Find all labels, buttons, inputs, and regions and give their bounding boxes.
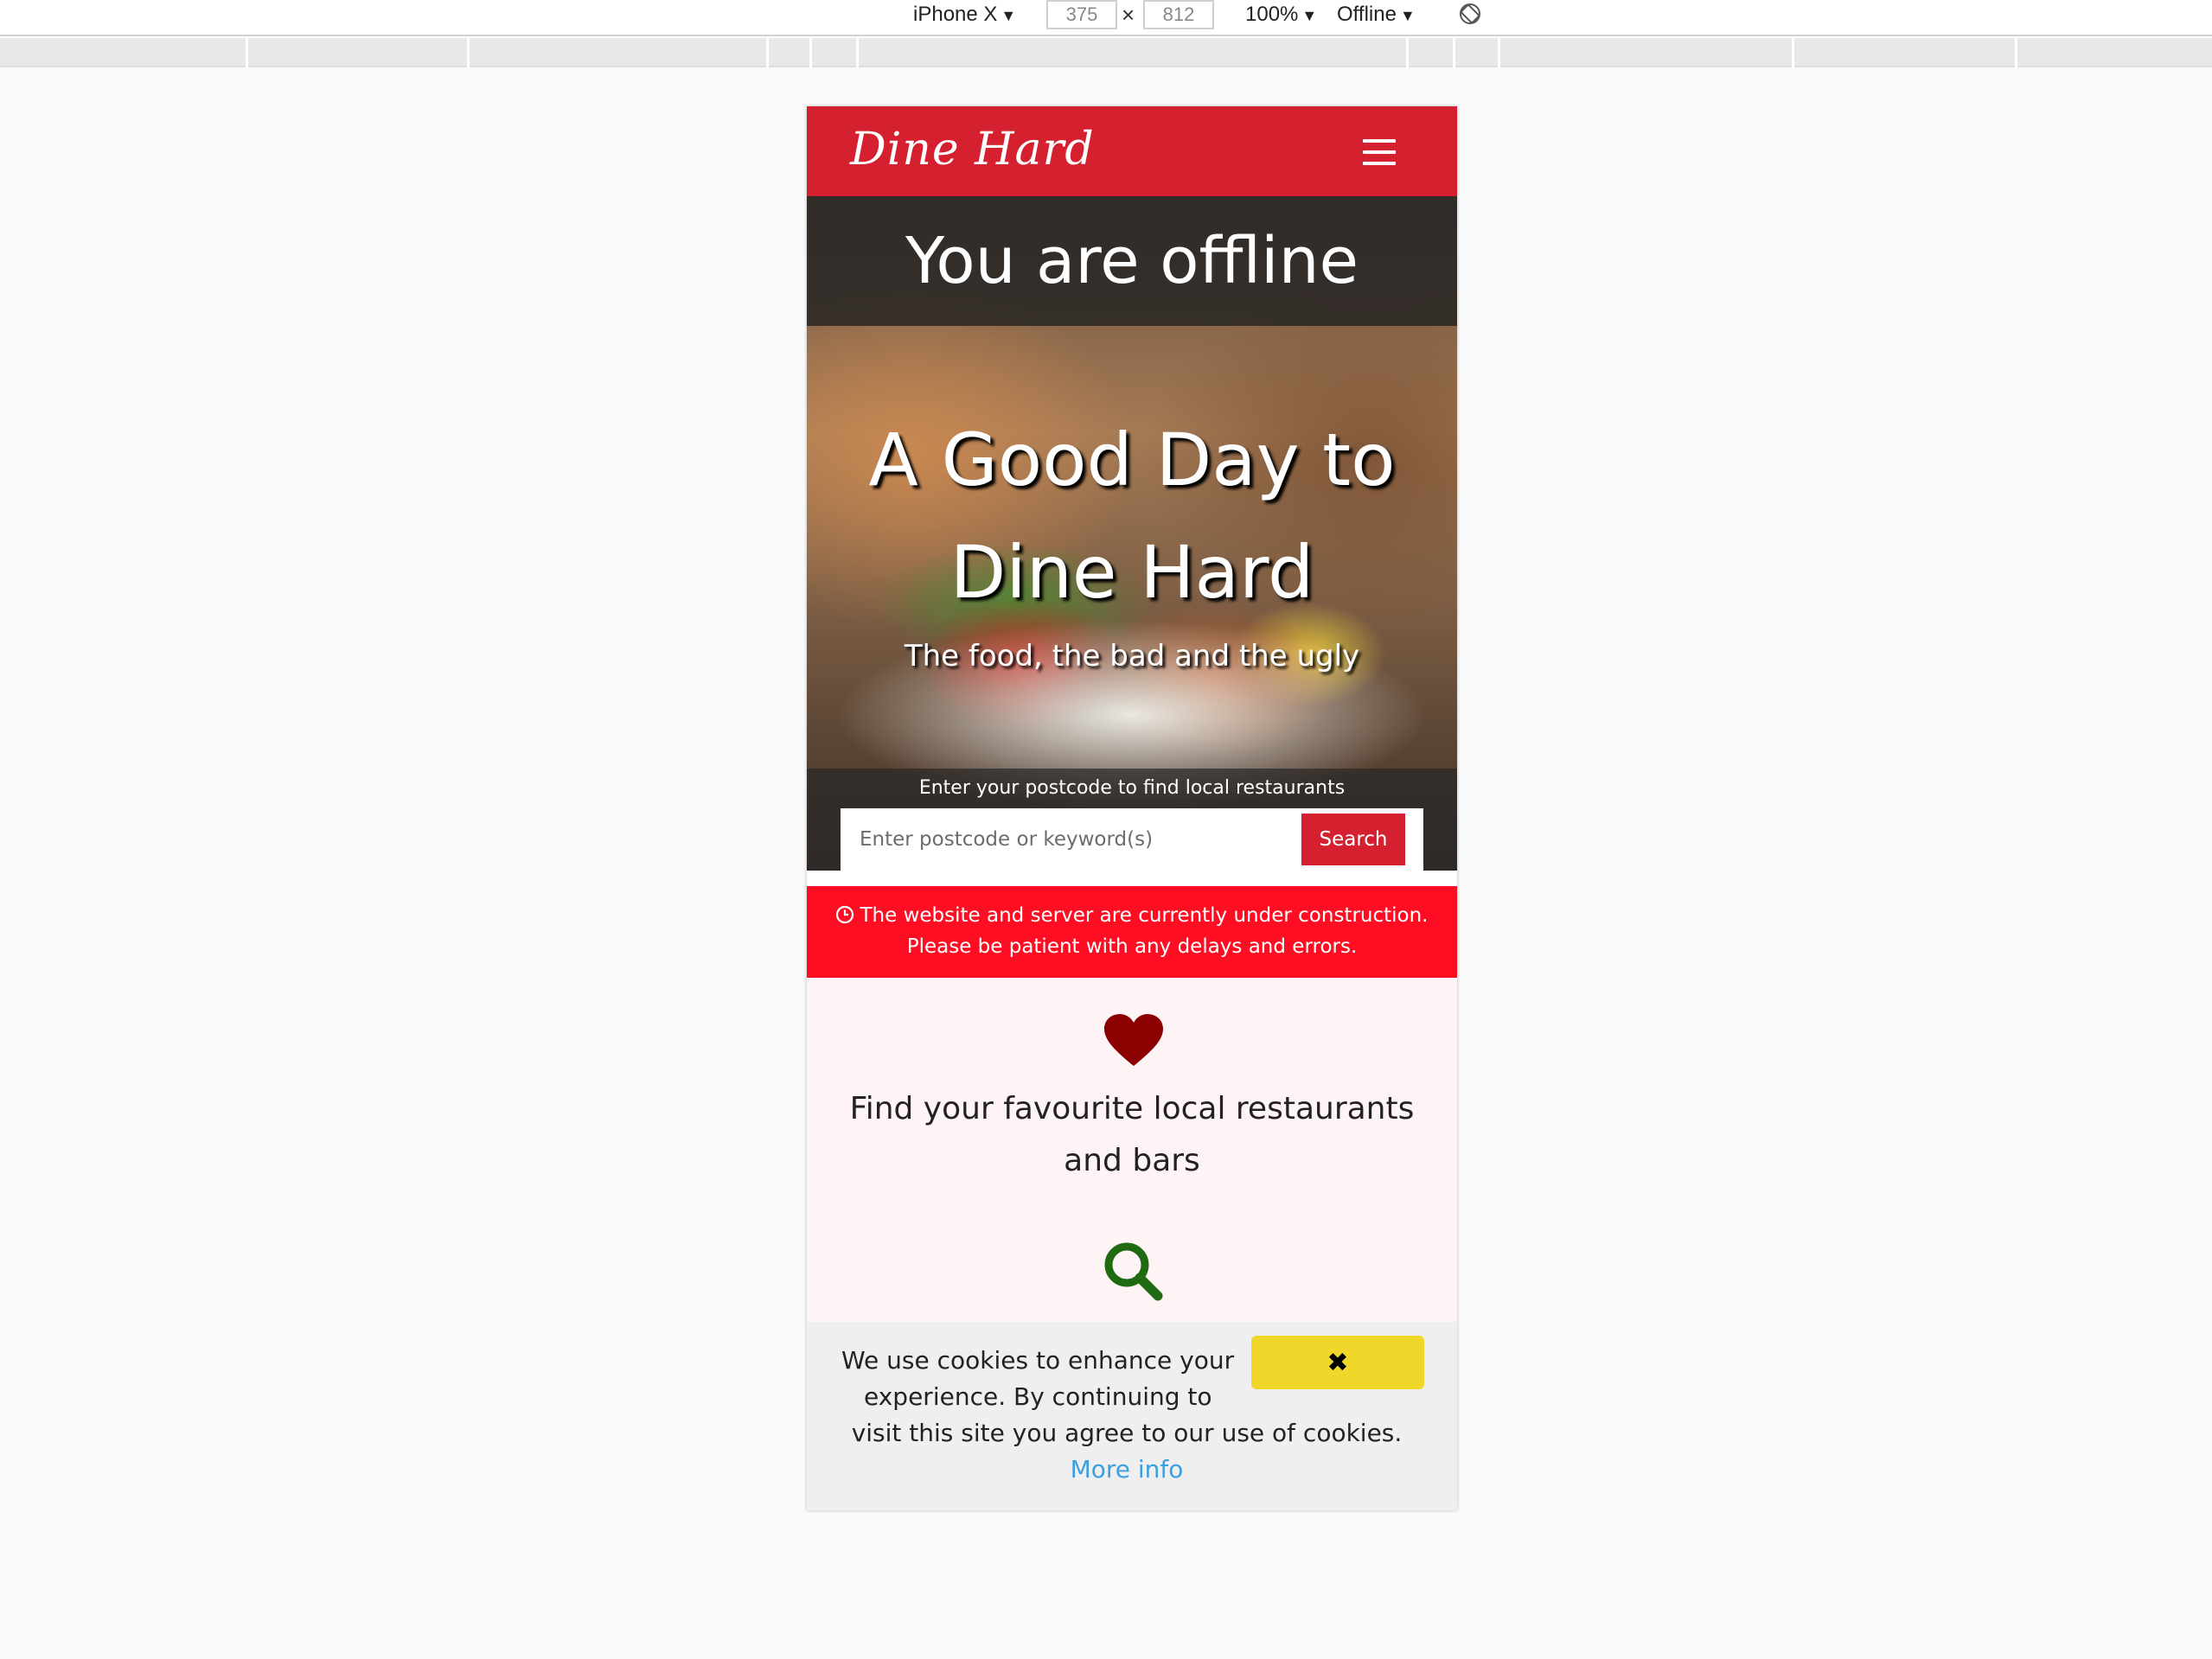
height-input[interactable]: 812 <box>1143 0 1214 29</box>
throttling-selector[interactable]: Offline ▼ <box>1337 2 1416 29</box>
search-button[interactable]: Search <box>1301 814 1405 865</box>
throttling-caret-icon: ▼ <box>1399 7 1416 24</box>
throttling-value: Offline <box>1337 3 1397 26</box>
zoom-selector[interactable]: 100% ▼ <box>1245 2 1317 29</box>
cookie-banner: We use cookies to enhance your experienc… <box>807 1322 1457 1510</box>
ruler-tick[interactable] <box>246 38 248 67</box>
ruler-tick[interactable] <box>1498 38 1500 67</box>
device-selector[interactable]: iPhone X ▼ <box>913 2 1016 29</box>
ruler-tick[interactable] <box>467 38 470 67</box>
feature-text: Find your favourite local restaurants an… <box>849 1091 1415 1178</box>
media-query-ruler <box>0 38 2212 67</box>
search-label: Enter your postcode to find local restau… <box>918 777 1346 799</box>
search-form: Search <box>841 808 1423 871</box>
search-panel: Enter your postcode to find local restau… <box>807 769 1457 871</box>
zoom-value: 100% <box>1245 3 1299 26</box>
hamburger-menu-icon[interactable] <box>1360 139 1398 165</box>
devtools-device-toolbar: iPhone X ▼ 375 × 812 100% ▼ Offline ▼ <box>0 0 2212 36</box>
hero-subtitle: The food, the bad and the ugly <box>904 639 1360 673</box>
more-info-link[interactable]: More info <box>1071 1455 1184 1484</box>
hero-section: You are offline A Good Day to Dine Hard … <box>807 196 1457 871</box>
hero-title: A Good Day to Dine Hard <box>868 418 1396 615</box>
rotate-icon[interactable] <box>1458 2 1482 26</box>
ruler-tick[interactable] <box>856 38 859 67</box>
times-icon: × <box>1122 2 1135 28</box>
cookie-line-3: visit this site you agree to our use of … <box>851 1419 1403 1447</box>
width-input[interactable]: 375 <box>1046 0 1117 29</box>
ruler-tick[interactable] <box>766 38 769 67</box>
notice-text-1: The website and server are currently und… <box>860 904 1429 927</box>
brand-logo[interactable]: Dine Hard <box>850 122 1095 177</box>
construction-notice: The website and server are currently und… <box>807 886 1457 978</box>
heart-icon <box>1104 1014 1163 1066</box>
device-name: iPhone X <box>913 3 998 26</box>
device-viewport: Dine Hard You are offline A Good Day to … <box>807 106 1457 1510</box>
clock-icon <box>836 905 854 924</box>
offline-banner: You are offline <box>807 196 1457 326</box>
postcode-search-input[interactable] <box>841 808 1299 871</box>
ruler-tick[interactable] <box>1792 38 1794 67</box>
ruler-tick[interactable] <box>1453 38 1455 67</box>
navbar: Dine Hard <box>807 106 1457 196</box>
search-icon <box>1104 1242 1163 1301</box>
offline-message: You are offline <box>905 224 1359 298</box>
notice-text-2: Please be patient with any delays and er… <box>906 935 1358 958</box>
zoom-caret-icon: ▼ <box>1301 7 1318 24</box>
ruler-tick[interactable] <box>809 38 812 67</box>
device-caret-icon: ▼ <box>1001 7 1017 24</box>
notice-line-1: The website and server are currently und… <box>807 900 1457 931</box>
cookie-close-button[interactable]: ✖ <box>1251 1336 1424 1389</box>
ruler-tick[interactable] <box>1406 38 1409 67</box>
ruler-tick[interactable] <box>2015 38 2017 67</box>
